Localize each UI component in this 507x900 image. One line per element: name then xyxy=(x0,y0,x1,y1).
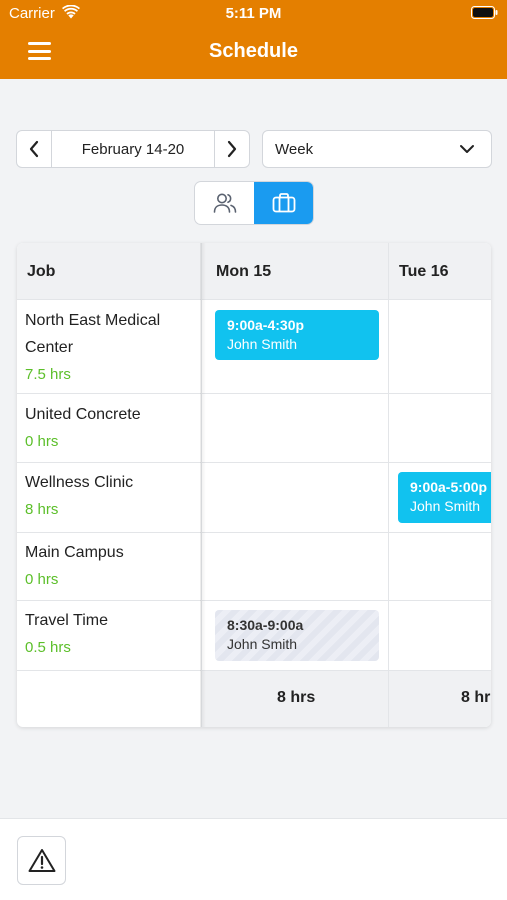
column-header-tue: Tue 16 xyxy=(399,263,449,280)
column-header-job: Job xyxy=(27,263,56,280)
chevron-down-icon xyxy=(460,145,474,153)
date-range-navigator: February 14-20 xyxy=(16,130,250,168)
grouping-toggle xyxy=(194,181,314,225)
bottom-bar xyxy=(0,818,507,900)
job-row[interactable]: Wellness Clinic 8 hrs xyxy=(25,469,200,523)
day-total-mon: 8 hrs xyxy=(277,689,316,706)
shift-employee: John Smith xyxy=(227,636,298,652)
status-time: 5:11 PM xyxy=(225,5,282,22)
chevron-left-icon xyxy=(29,140,39,158)
shift-time: 8:30a-9:00a xyxy=(227,617,304,633)
view-mode-select[interactable]: Week xyxy=(262,130,492,168)
sticky-column-shadow xyxy=(200,243,206,727)
warnings-button[interactable] xyxy=(17,836,66,885)
shift-employee: John Smith xyxy=(227,336,298,352)
job-hours: 7.5 hrs xyxy=(25,366,71,383)
previous-week-button[interactable] xyxy=(17,131,52,167)
job-row[interactable]: United Concrete 0 hrs xyxy=(25,401,200,455)
day-total-tue: 8 hrs xyxy=(461,689,491,706)
job-name: Travel Time xyxy=(25,612,108,629)
grid-header: Job Mon 15 Tue 16 xyxy=(17,243,491,300)
date-range-label[interactable]: February 14-20 xyxy=(52,131,214,167)
chevron-right-icon xyxy=(227,140,237,158)
app-header: Carrier 5:11 PM Schedule xyxy=(0,0,507,79)
job-hours: 0 hrs xyxy=(25,571,59,588)
page-title: Schedule xyxy=(209,40,298,62)
schedule-grid: Job Mon 15 Tue 16 North East Medical Cen… xyxy=(17,243,491,727)
grid-divider xyxy=(17,462,491,463)
job-row[interactable]: Travel Time 0.5 hrs xyxy=(25,607,200,661)
shift-employee: John Smith xyxy=(410,498,481,514)
grid-divider xyxy=(17,600,491,601)
people-icon xyxy=(213,193,236,213)
job-name: North East Medical Center xyxy=(25,312,161,356)
group-by-job-button[interactable] xyxy=(254,182,313,224)
battery-icon xyxy=(471,6,498,19)
travel-shift-card[interactable]: 8:30a-9:00a John Smith xyxy=(215,610,379,661)
shift-time: 9:00a-4:30p xyxy=(227,317,305,333)
grid-divider xyxy=(388,243,389,727)
job-name: Wellness Clinic xyxy=(25,474,134,491)
job-hours: 8 hrs xyxy=(25,501,59,518)
grid-divider xyxy=(17,532,491,533)
job-row[interactable]: North East Medical Center 7.5 hrs xyxy=(25,307,200,388)
job-name: Main Campus xyxy=(25,544,124,561)
shift-time: 9:00a-5:00p xyxy=(410,479,488,495)
status-bar: Carrier 5:11 PM xyxy=(0,0,507,28)
grid-divider xyxy=(17,393,491,394)
warning-triangle-icon xyxy=(28,849,55,872)
view-mode-value: Week xyxy=(275,140,314,158)
briefcase-icon xyxy=(272,193,295,213)
group-by-people-button[interactable] xyxy=(195,182,254,224)
job-hours: 0.5 hrs xyxy=(25,639,71,656)
totals-row-background xyxy=(202,671,491,727)
shift-card[interactable]: 9:00a-4:30p John Smith xyxy=(215,310,379,360)
shift-card[interactable]: 9:00a-5:00p John Smith xyxy=(398,472,491,523)
job-hours: 0 hrs xyxy=(25,433,59,450)
job-row[interactable]: Main Campus 0 hrs xyxy=(25,539,200,593)
column-header-mon: Mon 15 xyxy=(216,263,272,280)
job-name: United Concrete xyxy=(25,406,141,423)
grid-divider xyxy=(17,670,491,671)
next-week-button[interactable] xyxy=(214,131,249,167)
